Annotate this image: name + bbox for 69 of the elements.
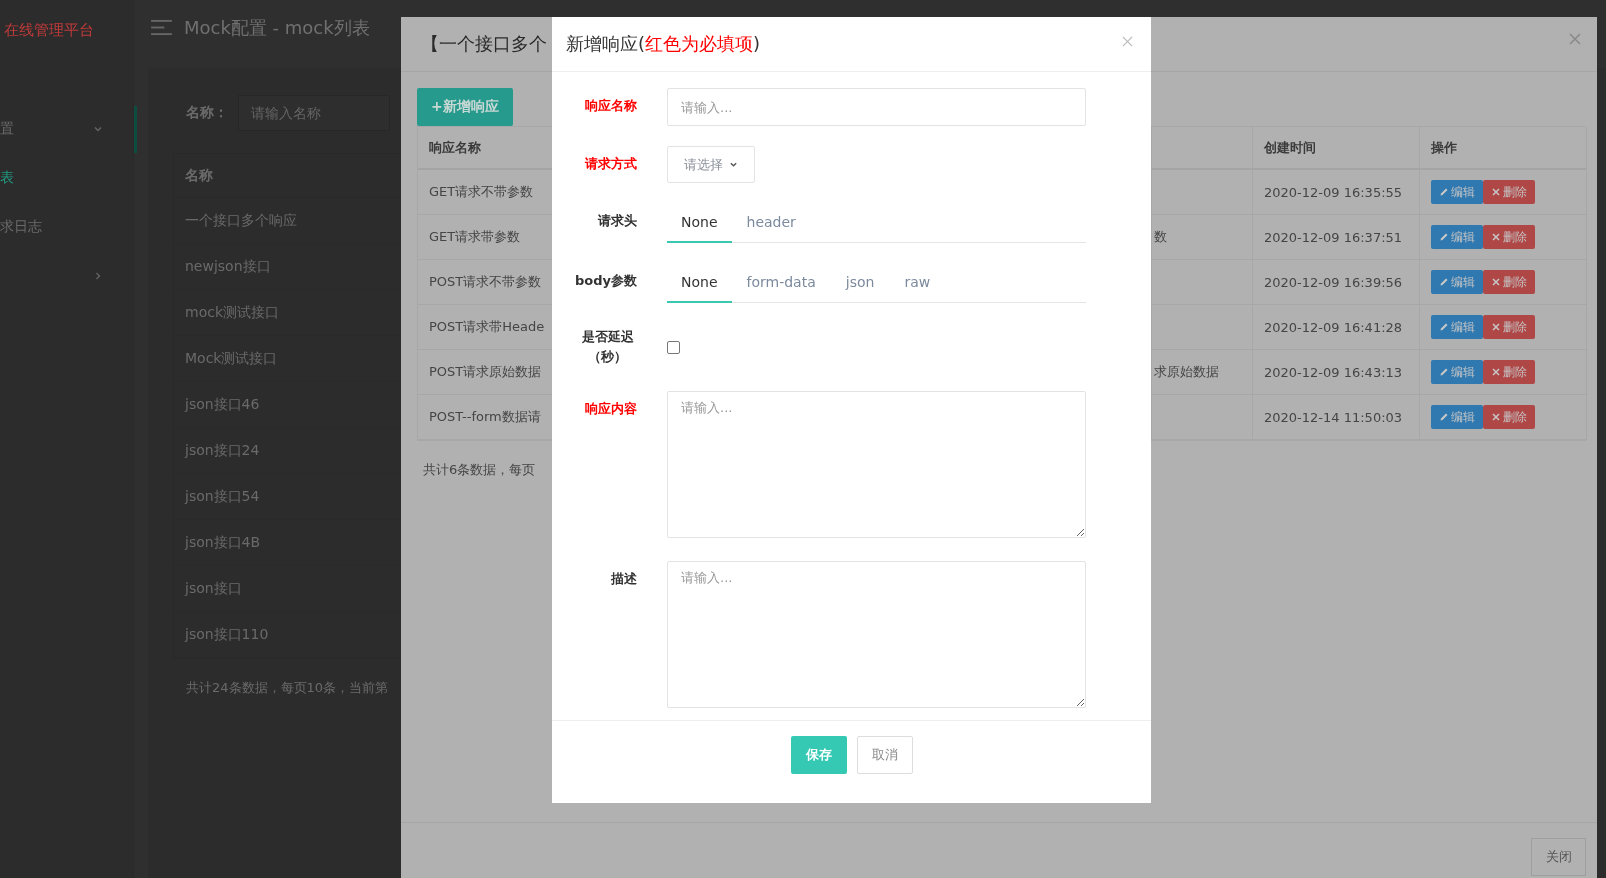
tab[interactable]: json — [830, 263, 890, 303]
delete-button[interactable]: 删除 — [1483, 315, 1535, 339]
delete-button[interactable]: 删除 — [1483, 270, 1535, 294]
close-icon[interactable] — [1569, 33, 1581, 45]
table-cell: 2020-12-09 16:37:51 — [1264, 229, 1403, 245]
edit-button[interactable]: 编辑 — [1431, 315, 1483, 339]
field-label: 描述 — [611, 571, 637, 586]
table-cell: 求原始数据 — [1152, 350, 1253, 395]
edit-button[interactable]: 编辑 — [1431, 360, 1483, 384]
delete-button[interactable]: 删除 — [1483, 360, 1535, 384]
pencil-icon — [1439, 367, 1449, 377]
pencil-icon — [1439, 412, 1449, 422]
checkbox[interactable] — [667, 340, 680, 354]
dialog-title: 【一个接口多个 — [421, 32, 547, 56]
field-label: body参数 — [574, 273, 637, 288]
tab[interactable]: None — [667, 203, 732, 243]
cross-icon — [1491, 232, 1501, 242]
menu-icon[interactable] — [151, 19, 172, 36]
table-cell: 2020-12-09 16:41:28 — [1264, 319, 1403, 335]
table-cell: 数 — [1152, 215, 1253, 260]
sidebar-item[interactable]: 求日志 — [0, 202, 133, 251]
chevron-icon — [93, 270, 103, 281]
input-field[interactable]: 请输入... — [667, 88, 1086, 126]
select-field[interactable]: 请选择 — [667, 146, 755, 183]
edit-button[interactable]: 编辑 — [1431, 270, 1483, 294]
table-cell: 2020-12-09 16:35:55 — [1264, 184, 1403, 200]
close-icon[interactable] — [1122, 36, 1133, 47]
cross-icon — [1491, 277, 1501, 287]
pencil-icon — [1439, 232, 1449, 242]
field-label: 响应名称 — [585, 98, 637, 113]
field-label: 响应内容 — [585, 401, 637, 416]
cross-icon — [1491, 187, 1501, 197]
column-header: 创建时间 — [1253, 127, 1420, 170]
table-cell: 2020-12-09 16:39:56 — [1264, 274, 1403, 290]
sidebar-item[interactable]: 表 — [0, 153, 133, 202]
table-cell: 2020-12-14 11:50:03 — [1264, 409, 1403, 425]
delete-button[interactable]: 删除 — [1483, 180, 1535, 204]
add-response-button[interactable]: +新增响应 — [417, 88, 513, 126]
cross-icon — [1491, 322, 1501, 332]
brand-title: 在线管理平台 — [3, 20, 95, 41]
table-cell: 2020-12-09 16:43:13 — [1264, 364, 1403, 380]
page-title: Mock配置 - mock列表 — [184, 15, 370, 40]
edit-button[interactable]: 编辑 — [1431, 225, 1483, 249]
pencil-icon — [1439, 322, 1449, 332]
tab[interactable]: form-data — [731, 263, 831, 303]
cancel-button[interactable]: 取消 — [856, 736, 913, 774]
cross-icon — [1491, 412, 1501, 422]
save-button[interactable]: 保存 — [790, 736, 847, 774]
field-label: 请求头 — [598, 213, 637, 228]
column-header: 操作 — [1420, 127, 1587, 170]
search-label: 名称： — [186, 104, 228, 122]
chevron-icon — [729, 160, 738, 169]
tab[interactable]: None — [667, 263, 732, 303]
text-area[interactable]: 请输入... — [667, 561, 1086, 708]
edit-button[interactable]: 编辑 — [1431, 180, 1483, 204]
delete-button[interactable]: 删除 — [1483, 405, 1535, 429]
pagination-summary: 共计24条数据，每页10条，当前第 — [185, 679, 390, 697]
dialog-title: 新增响应(红色为必填项) — [566, 32, 761, 56]
tab[interactable]: raw — [889, 263, 946, 303]
text-area[interactable]: 请输入... — [667, 391, 1086, 538]
close-button[interactable]: 关闭 — [1531, 838, 1586, 876]
tab[interactable]: header — [731, 203, 811, 243]
cross-icon — [1491, 367, 1501, 377]
pencil-icon — [1439, 277, 1449, 287]
field-label: 是否延迟（秒） — [580, 328, 635, 366]
delete-button[interactable]: 删除 — [1483, 225, 1535, 249]
edit-button[interactable]: 编辑 — [1431, 405, 1483, 429]
field-label: 请求方式 — [585, 156, 637, 171]
pencil-icon — [1439, 187, 1449, 197]
